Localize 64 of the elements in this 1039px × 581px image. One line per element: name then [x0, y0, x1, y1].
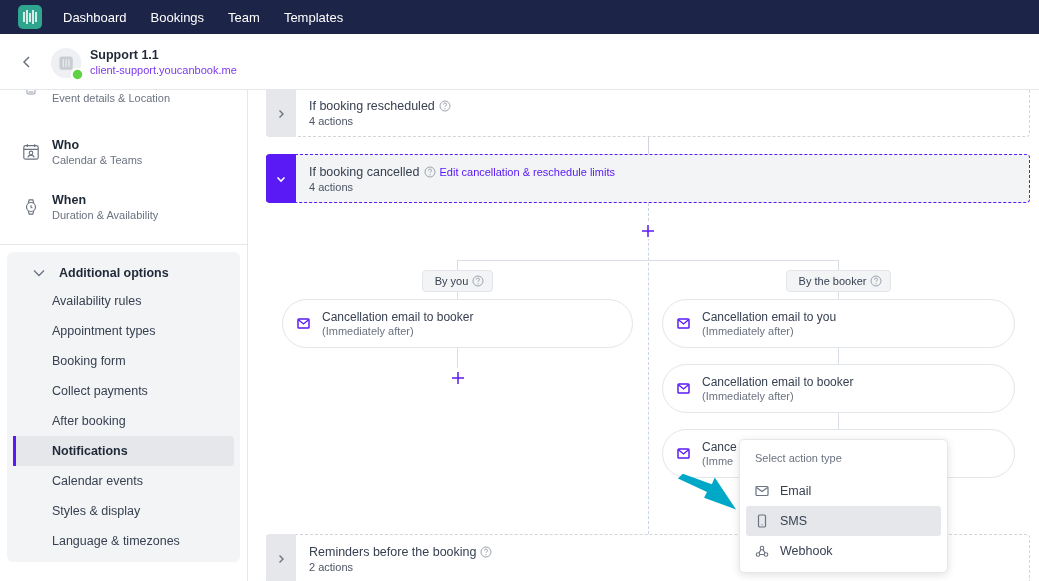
action-card[interactable]: Cancellation email to booker (Immediately after) — [282, 299, 633, 348]
menu-item[interactable]: SMS — [746, 506, 941, 536]
trigger-title: Reminders before the booking — [309, 544, 477, 559]
envelope-icon — [297, 318, 310, 329]
envelope-icon — [677, 383, 690, 394]
nav-link[interactable]: Templates — [283, 9, 344, 25]
step-subtitle: Event details & Location — [52, 92, 171, 104]
sidebar-item[interactable]: Booking form — [13, 346, 234, 376]
action-timing: (Immediately after) — [322, 325, 415, 337]
action-title: Cance — [702, 440, 737, 454]
envelope-icon — [677, 448, 690, 459]
envelope-icon — [677, 318, 690, 329]
trigger-title: If booking rescheduled — [309, 99, 435, 113]
expand-toggle[interactable] — [266, 534, 296, 581]
expand-toggle[interactable] — [266, 154, 296, 203]
action-card[interactable]: Cancellation email to you (Immediately after) — [662, 299, 1015, 348]
action-count: 2 actions — [309, 560, 355, 573]
action-title: Cancellation email to booker — [322, 310, 474, 324]
sidebar-item[interactable]: Language & timezones — [13, 526, 234, 556]
phone-icon — [755, 514, 769, 528]
action-count: 4 actions — [309, 180, 355, 193]
action-count: 4 actions — [309, 115, 355, 127]
action-title: Cancellation email to you — [702, 310, 837, 324]
menu-title: Select action type — [754, 452, 843, 464]
page-url-link[interactable]: client-support.youcanbook.me — [90, 63, 237, 76]
help-icon[interactable] — [472, 275, 485, 287]
sidebar-item[interactable]: Appointment types — [13, 316, 234, 346]
sidebar-item[interactable]: Calendar events — [13, 466, 234, 496]
action-timing: (Immediately after) — [702, 325, 795, 337]
step-title[interactable]: When — [52, 192, 159, 207]
back-icon[interactable] — [22, 54, 32, 69]
step-subtitle: Calendar & Teams — [52, 153, 143, 166]
chevron-icon[interactable] — [33, 269, 45, 277]
limits-link[interactable]: Edit cancellation & reschedule limits — [439, 165, 615, 178]
envelope-icon — [755, 484, 769, 498]
sidebar-item[interactable]: After booking — [13, 406, 234, 436]
help-icon[interactable] — [480, 545, 493, 558]
calendar-person-icon — [22, 141, 40, 162]
trigger-title: If booking cancelled — [309, 164, 420, 179]
action-timing: (Immediately after) — [702, 390, 795, 402]
page-title: Support 1.1 — [90, 47, 160, 62]
action-card[interactable]: Cancellation email to booker (Immediately after) — [662, 364, 1015, 413]
branch-label-text: By you — [434, 275, 469, 287]
app-logo[interactable] — [18, 5, 42, 29]
step-title[interactable]: Who — [52, 137, 143, 152]
webhook-icon — [755, 544, 769, 558]
action-title: Cancellation email to booker — [702, 375, 854, 389]
nav-link[interactable]: Dashboard — [63, 9, 127, 25]
help-icon[interactable] — [423, 165, 436, 178]
help-icon[interactable] — [870, 275, 883, 287]
step-subtitle: Duration & Availability — [52, 208, 159, 221]
sidebar-item[interactable]: Collect payments — [13, 376, 234, 406]
sidebar-item[interactable]: Availability rules — [13, 286, 234, 316]
action-timing: (Imme — [702, 455, 735, 467]
help-icon[interactable] — [438, 100, 451, 112]
expand-toggle[interactable] — [266, 90, 296, 137]
nav-link[interactable]: Team — [228, 9, 260, 25]
nav-link[interactable]: Bookings — [150, 9, 205, 25]
sidebar-item[interactable]: Styles & display — [13, 496, 234, 526]
branch-label-text: By the booker — [798, 275, 867, 287]
menu-item[interactable]: Webhook — [746, 536, 941, 566]
sidebar-item[interactable]: Notifications — [13, 436, 234, 466]
section-title[interactable]: Additional options — [59, 266, 169, 280]
menu-item[interactable]: Email — [746, 476, 941, 506]
